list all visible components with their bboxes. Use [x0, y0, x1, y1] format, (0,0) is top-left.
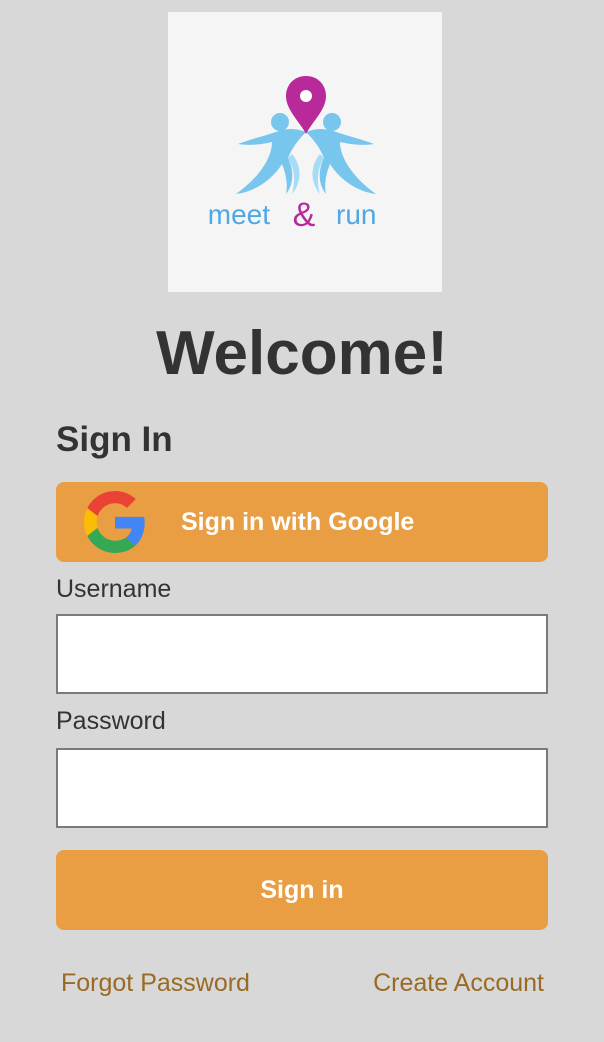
google-signin-button[interactable]: Sign in with Google: [56, 482, 548, 562]
create-account-link[interactable]: Create Account: [373, 966, 544, 1000]
logo-wordmark-amp: &: [293, 196, 316, 234]
signin-heading: Sign In: [56, 420, 173, 459]
username-label: Username: [56, 575, 172, 603]
password-label: Password: [56, 707, 166, 735]
app-logo: meet & run: [168, 12, 442, 292]
meet-and-run-logo-icon: meet & run: [208, 76, 376, 234]
logo-wordmark-right: run: [336, 199, 376, 230]
google-g-icon: [84, 491, 146, 553]
signin-button[interactable]: Sign in: [56, 850, 548, 930]
username-input[interactable]: [56, 614, 548, 694]
logo-wordmark-left: meet: [208, 199, 270, 230]
password-input[interactable]: [56, 748, 548, 828]
page-title: Welcome!: [156, 319, 448, 388]
forgot-password-link[interactable]: Forgot Password: [61, 966, 250, 1000]
google-signin-label: Sign in with Google: [181, 508, 415, 536]
